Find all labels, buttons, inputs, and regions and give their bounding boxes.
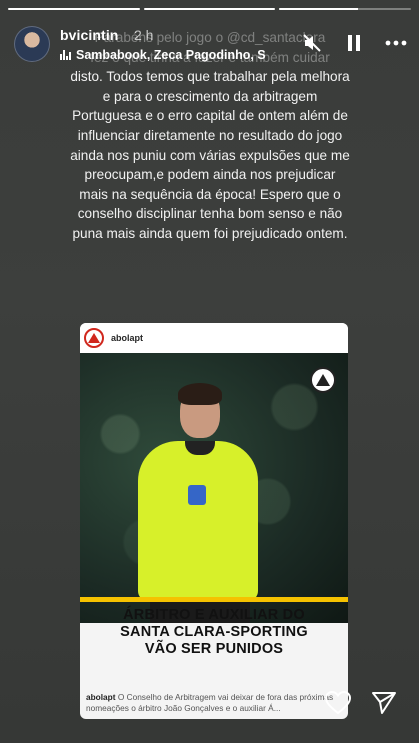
headline-line: ÁRBITRO E AUXILIAR DO xyxy=(123,607,305,623)
caption-user: abolapt xyxy=(86,692,116,702)
abola-watermark-icon xyxy=(310,367,336,393)
story-time: 2 h xyxy=(134,27,154,43)
post-caption: abolapt O Conselho de Arbitragem vai dei… xyxy=(86,692,342,716)
progress-segment xyxy=(143,8,276,10)
referee-figure xyxy=(138,441,258,601)
post-image xyxy=(80,353,348,623)
pause-icon[interactable] xyxy=(343,32,365,54)
username[interactable]: bvicintin xyxy=(60,27,118,43)
music-bars-icon xyxy=(60,50,71,60)
avatar[interactable] xyxy=(14,26,50,62)
story-view[interactable]: Parabéns pelo jogo o @cd_santaclara fez … xyxy=(0,0,419,743)
muted-speaker-icon[interactable] xyxy=(301,32,323,54)
heart-icon[interactable] xyxy=(325,690,351,716)
music-title: Sambabook, Zeca Pagodinho, S xyxy=(76,48,266,62)
progress-segment-current xyxy=(279,8,412,10)
caption-text: O Conselho de Arbitragem vai deixar de f… xyxy=(86,692,334,713)
story-header: bvicintin 2 h Sambabook, Zeca Pagodinho,… xyxy=(14,22,407,64)
story-progress xyxy=(8,8,412,10)
fifa-badge-icon xyxy=(188,485,206,505)
more-dots-icon[interactable] xyxy=(385,32,407,54)
post-headline: ÁRBITRO E AUXILIAR DO SANTA CLARA-SPORTI… xyxy=(80,607,348,658)
embedded-post[interactable]: abolapt ÁRBITRO E AUXILIAR DO SANTA CLAR… xyxy=(80,323,348,719)
headline-accent-bar xyxy=(80,597,348,602)
post-username[interactable]: abolapt xyxy=(111,333,143,343)
story-text-body: disto. Todos temos que trabalhar pela me… xyxy=(70,69,350,241)
headline-line: VÃO SER PUNIDOS xyxy=(144,641,284,657)
music-label[interactable]: Sambabook, Zeca Pagodinho, S xyxy=(60,48,266,62)
send-icon[interactable] xyxy=(371,690,397,716)
headline-line: SANTA CLARA-SPORTING xyxy=(120,624,308,640)
abola-logo-icon xyxy=(84,328,104,348)
progress-segment xyxy=(8,8,140,10)
post-header: abolapt xyxy=(80,323,348,353)
